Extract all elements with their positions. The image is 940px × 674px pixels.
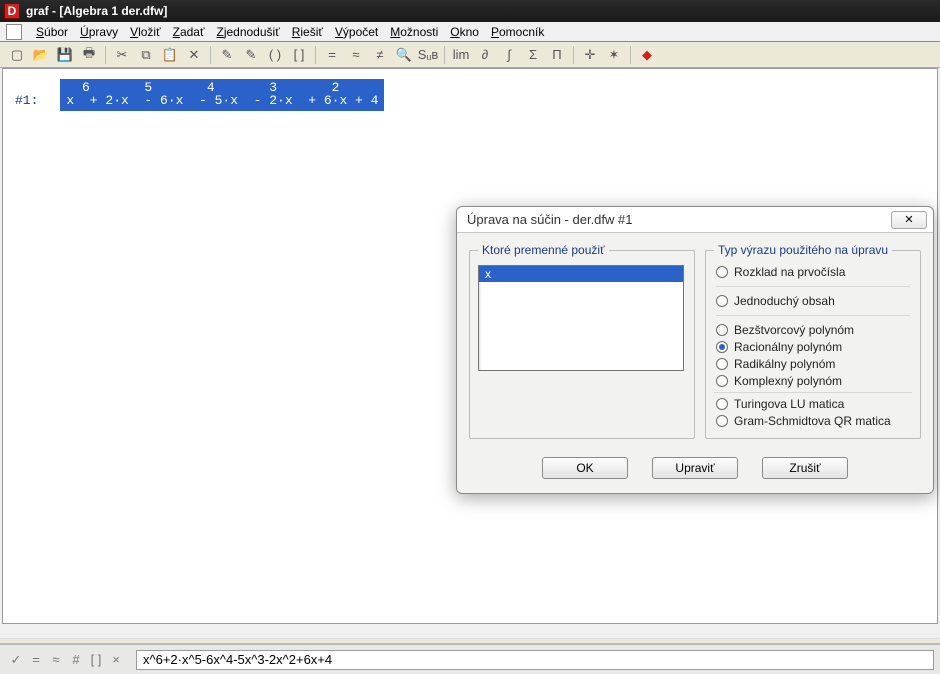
plot-icon[interactable]: ✛ (579, 44, 601, 66)
radio-label: Bezštvorcový polynóm (734, 323, 854, 337)
new-icon[interactable]: ▢ (6, 44, 28, 66)
variables-group: Ktoré premenné použiť x (469, 243, 695, 439)
command-input[interactable] (136, 650, 934, 670)
radio-label: Turingova LU matica (734, 397, 844, 411)
radio-label: Jednoduchý obsah (734, 294, 835, 308)
radio-icon (716, 295, 728, 307)
menu-adať[interactable]: Zadať (167, 24, 211, 40)
deriv-icon[interactable]: ∂ (474, 44, 496, 66)
radio-icon (716, 266, 728, 278)
dialog-title: Úprava na súčin - der.dfw #1 (467, 212, 891, 227)
copy-icon[interactable]: ⧉ (135, 44, 157, 66)
radio-jednoduch-obsah[interactable]: Jednoduchý obsah (716, 294, 910, 308)
dialog-titlebar: Úprava na súčin - der.dfw #1 ✕ (457, 207, 933, 233)
save-icon[interactable]: 💾 (54, 44, 76, 66)
radio-radik-lny-polyn-m[interactable]: Radikálny polynóm (716, 357, 910, 371)
expression-text: x + 2·x - 6·x - 5·x - 2·x + 6·x + 4 (66, 94, 378, 107)
radio-icon (716, 398, 728, 410)
radio-bez-tvorcov-polyn-m[interactable]: Bezštvorcový polynóm (716, 323, 910, 337)
open-icon[interactable]: 📂 (30, 44, 52, 66)
radio-label: Radikálny polynóm (734, 357, 835, 371)
paste-icon[interactable]: 📋 (159, 44, 181, 66)
sub-icon[interactable]: Sᵤʙ (417, 44, 439, 66)
menu-ýpočet[interactable]: Výpočet (329, 24, 384, 40)
approx-icon[interactable]: ≈ (46, 649, 66, 669)
factor-dialog: Úprava na súčin - der.dfw #1 ✕ Ktoré pre… (456, 206, 934, 494)
zoom-icon[interactable]: 🔍 (393, 44, 415, 66)
clear-icon[interactable]: # (66, 649, 86, 669)
variable-item[interactable]: x (479, 266, 683, 282)
titlebar-title: graf - [Algebra 1 der.dfw] (26, 4, 167, 18)
radio-turingova-lu-matica[interactable]: Turingova LU matica (716, 397, 910, 411)
radio-rozklad-na-prvo-sla[interactable]: Rozklad na prvočísla (716, 265, 910, 279)
print-icon[interactable]: 🖶 (78, 44, 100, 66)
radio-icon (716, 415, 728, 427)
dialog-buttons: OK Upraviť Zrušiť (457, 451, 933, 493)
axes-icon[interactable]: ✶ (603, 44, 625, 66)
expression-label: #1: (15, 79, 38, 108)
ok-button[interactable]: OK (542, 457, 628, 479)
upravit-button[interactable]: Upraviť (652, 457, 738, 479)
radio-icon (716, 375, 728, 387)
toolbar: ▢📂💾🖶✂⧉📋✕✎✎( )[ ]=≈≠🔍Sᵤʙlim∂∫ΣΠ✛✶◆ (0, 42, 940, 68)
radio-icon (716, 341, 728, 353)
radio-label: Racionálny polynóm (734, 340, 842, 354)
variables-list[interactable]: x (478, 265, 684, 371)
app-icon: D (4, 3, 20, 19)
menu-jednodušiť[interactable]: Zjednodušiť (210, 24, 285, 40)
expression-row[interactable]: #1: 6 5 4 3 2 x + 2·x - 6·x - 5·x - 2·x … (3, 69, 937, 121)
radio-label: Rozklad na prvočísla (734, 265, 845, 279)
bracket-icon[interactable]: [ ] (288, 44, 310, 66)
radio-label: Komplexný polynóm (734, 374, 842, 388)
menu-omocník[interactable]: Pomocník (485, 24, 550, 40)
pi-icon[interactable]: Π (546, 44, 568, 66)
menu-úbor[interactable]: Súbor (30, 24, 74, 40)
equals-icon[interactable]: = (321, 44, 343, 66)
equals-icon[interactable]: = (26, 649, 46, 669)
menu-ožnosti[interactable]: Možnosti (384, 24, 444, 40)
radio-gram-schmidtova-qr-matica[interactable]: Gram-Schmidtova QR matica (716, 414, 910, 428)
menu-ložiť[interactable]: Vložiť (124, 24, 167, 40)
titlebar: D graf - [Algebra 1 der.dfw] (0, 0, 940, 22)
delete-icon[interactable]: ✕ (183, 44, 205, 66)
bracket-icon[interactable]: [ ] (86, 649, 106, 669)
sigma-icon[interactable]: Σ (522, 44, 544, 66)
approx-icon[interactable]: ≈ (345, 44, 367, 66)
menu-kno[interactable]: Okno (444, 24, 485, 40)
simplify-icon[interactable]: ≠ (369, 44, 391, 66)
zrusit-button[interactable]: Zrušiť (762, 457, 848, 479)
expression-body[interactable]: 6 5 4 3 2 x + 2·x - 6·x - 5·x - 2·x + 6·… (60, 79, 384, 111)
integral-icon[interactable]: ∫ (498, 44, 520, 66)
radio-racion-lny-polyn-m[interactable]: Racionálny polynóm (716, 340, 910, 354)
bottombar: ✓=≈#[ ]× (0, 644, 940, 674)
cut-icon[interactable]: ✂ (111, 44, 133, 66)
menubar: SúborÚpravyVložiťZadaťZjednodušiťRiešiťV… (0, 22, 940, 42)
type-group: Typ výrazu použitého na úpravu Rozklad n… (705, 243, 921, 439)
variables-legend: Ktoré premenné použiť (478, 243, 609, 257)
help-icon[interactable]: ◆ (636, 44, 658, 66)
check-icon[interactable]: ✓ (6, 650, 26, 670)
menu-iešiť[interactable]: Riešiť (286, 24, 329, 40)
close-icon[interactable]: ✕ (891, 211, 927, 229)
radio-label: Gram-Schmidtova QR matica (734, 414, 891, 428)
paren-icon[interactable]: × (106, 649, 126, 669)
paren-icon[interactable]: ( ) (264, 44, 286, 66)
radio-icon (716, 324, 728, 336)
sysmenu-icon[interactable] (6, 24, 22, 40)
edit-expr-icon[interactable]: ✎ (216, 44, 238, 66)
type-legend: Typ výrazu použitého na úpravu (714, 243, 892, 257)
radio-komplexn-polyn-m[interactable]: Komplexný polynóm (716, 374, 910, 388)
author-icon[interactable]: ✎ (240, 44, 262, 66)
lim-icon[interactable]: lim (450, 44, 472, 66)
radio-icon (716, 358, 728, 370)
menu-pravy[interactable]: Úpravy (74, 24, 124, 40)
